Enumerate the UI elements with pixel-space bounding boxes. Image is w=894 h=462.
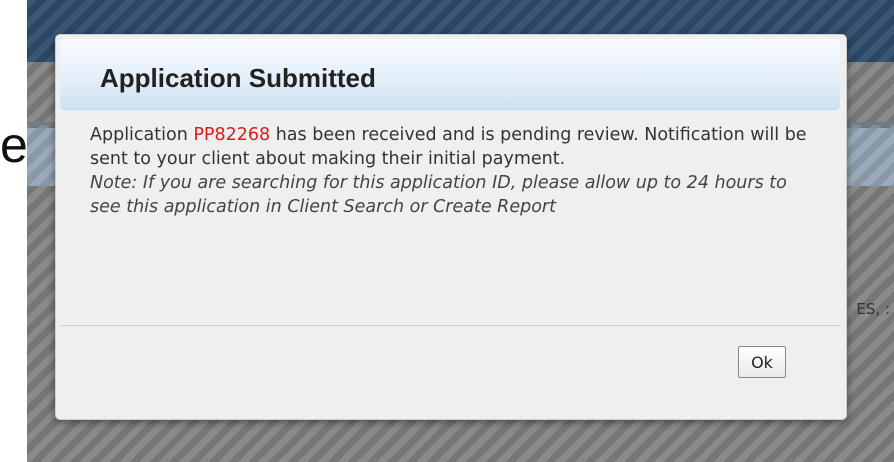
background-partial-text: ES, : (856, 300, 890, 318)
left-margin: e (0, 0, 28, 462)
application-id: PP82268 (193, 125, 271, 145)
message-prefix: Application (90, 125, 188, 145)
dialog-divider (60, 325, 840, 326)
cropped-text-fragment: e (0, 117, 28, 173)
dialog-title: Application Submitted (100, 63, 376, 93)
ok-button[interactable]: Ok (738, 346, 786, 378)
application-submitted-dialog: Application Submitted Application PP8226… (55, 34, 847, 420)
dialog-body: Application PP82268 has been received an… (90, 123, 820, 219)
dialog-header: Application Submitted (60, 39, 840, 110)
dialog-note: Note: If you are searching for this appl… (90, 173, 787, 217)
